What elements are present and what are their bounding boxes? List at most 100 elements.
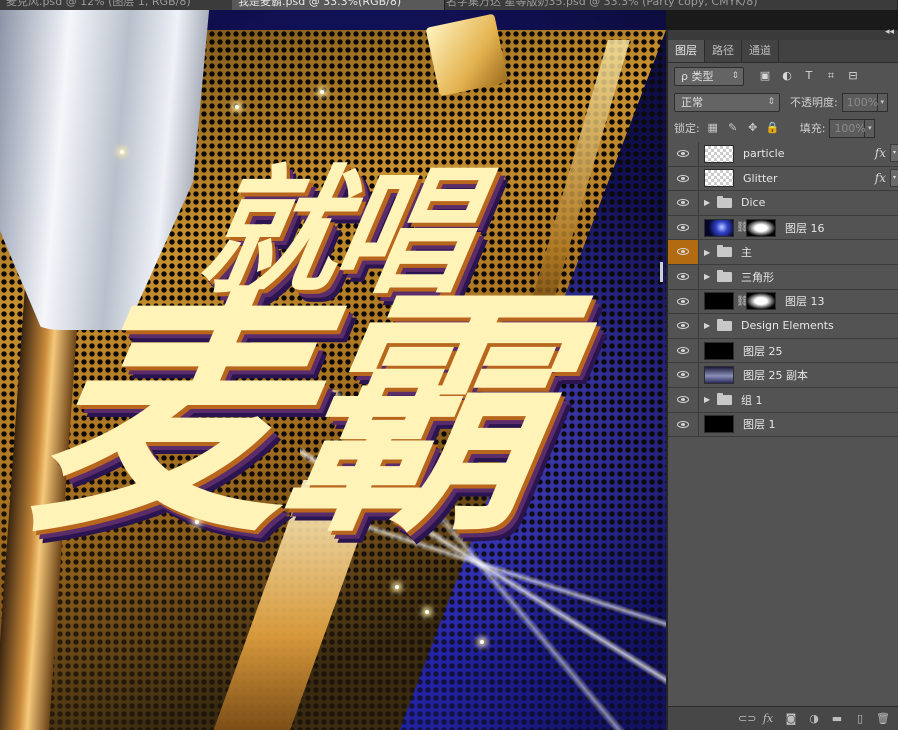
eye-icon (677, 297, 689, 305)
layer-thumbnail[interactable] (704, 169, 734, 188)
opacity-field[interactable]: 100% (841, 92, 878, 112)
blend-row: 正常 ⇕ 不透明度: 100% ▾ (668, 89, 898, 115)
layer-row[interactable]: ▶ Design Elements (668, 314, 898, 339)
layer-name: 图层 1 (743, 418, 776, 432)
visibility-toggle[interactable] (668, 215, 699, 240)
fill-dropdown-icon[interactable]: ▾ (865, 118, 876, 138)
visibility-toggle[interactable] (668, 142, 699, 166)
shape-filter-icon[interactable]: ⌗ (824, 69, 838, 83)
visibility-toggle[interactable] (668, 412, 699, 437)
layer-row[interactable]: ▶ 组 1 (668, 387, 898, 413)
layer-name: 图层 25 (743, 344, 783, 358)
layer-name: 图层 25 副本 (743, 369, 808, 383)
layer-mask-thumbnail[interactable] (746, 292, 776, 311)
layer-row[interactable]: ⛓ 图层 16 (668, 215, 898, 241)
canvas-scroll-marker[interactable] (660, 262, 663, 282)
layer-thumbnail[interactable] (704, 366, 734, 385)
adjustment-layer-icon[interactable]: ◑ (807, 712, 821, 726)
visibility-toggle[interactable] (668, 363, 699, 387)
tab-paths[interactable]: 路径 (705, 40, 742, 62)
visibility-toggle[interactable] (668, 166, 699, 191)
fill-field[interactable]: 100% (829, 118, 866, 138)
doc-tab-mic[interactable]: 麦克风.psd @ 12% (图层 1, RGB/8) (0, 0, 233, 10)
panel-footer: ⊂⊃ fx ◙ ◑ ▬ ▯ 🗑 (668, 706, 898, 730)
folder-icon (717, 392, 732, 405)
visibility-toggle[interactable] (668, 264, 699, 289)
sparkle (320, 90, 324, 94)
tab-channels[interactable]: 通道 (742, 40, 779, 62)
visibility-toggle[interactable] (668, 338, 699, 363)
layer-row[interactable]: 图层 25 (668, 338, 898, 364)
tab-layers[interactable]: 图层 (668, 40, 705, 62)
document-tab-bar: 麦克风.psd @ 12% (图层 1, RGB/8) 我是麦霸.psd @ 3… (0, 0, 898, 10)
mask-link-icon[interactable]: ⛓ (736, 222, 749, 233)
folder-icon (717, 318, 732, 331)
lock-position-icon[interactable]: ✥ (746, 121, 760, 135)
sparkle (480, 640, 484, 644)
lock-row: 锁定: ▦ ✎ ✥ 🔒 填充: 100% ▾ (668, 115, 898, 141)
mask-link-icon[interactable]: ⛓ (736, 296, 749, 307)
layer-thumbnail[interactable] (704, 218, 734, 237)
layer-effects-icon[interactable]: fx (875, 171, 886, 185)
lock-all-icon[interactable]: 🔒 (766, 121, 780, 135)
eye-icon (677, 248, 689, 256)
eye-icon (677, 174, 689, 182)
sparkle (425, 610, 429, 614)
new-group-icon[interactable]: ▬ (830, 712, 844, 726)
doc-tab-other[interactable]: 名字集万达 星等版奶35.psd @ 33.3% (Party copy, CM… (440, 0, 898, 10)
link-layers-icon[interactable]: ⊂⊃ (738, 712, 756, 726)
opacity-label: 不透明度: (790, 96, 838, 109)
chevron-updown-icon: ⇕ (731, 70, 739, 81)
layer-row[interactable]: ▶ Dice (668, 191, 898, 216)
visibility-toggle[interactable] (668, 191, 699, 215)
new-layer-icon[interactable]: ▯ (853, 712, 867, 726)
effects-expand-icon[interactable]: ▾ (890, 144, 898, 162)
visibility-toggle[interactable] (668, 387, 699, 412)
add-mask-icon[interactable]: ◙ (784, 712, 798, 726)
adjustment-filter-icon[interactable]: ◐ (780, 69, 794, 83)
layer-style-icon[interactable]: fx (761, 712, 775, 726)
lock-pixels-icon[interactable]: ✎ (726, 121, 740, 135)
image-filter-icon[interactable]: ▣ (758, 69, 772, 83)
layer-thumbnail[interactable] (704, 144, 734, 163)
layer-row[interactable]: Glitter fx ▾ (668, 166, 898, 192)
layer-row[interactable]: ⛓ 图层 13 (668, 289, 898, 315)
expand-triangle-icon[interactable]: ▶ (704, 198, 712, 207)
blend-mode-select[interactable]: 正常 ⇕ (674, 92, 780, 112)
layer-mask-thumbnail[interactable] (746, 218, 776, 237)
folder-icon (717, 195, 732, 208)
layer-name: 组 1 (741, 393, 763, 407)
layer-row[interactable]: ▶ 主 (668, 240, 898, 265)
opacity-dropdown-icon[interactable]: ▾ (877, 92, 888, 112)
filter-kind-select[interactable]: ρ 类型 ⇕ (674, 66, 744, 86)
smart-object-filter-icon[interactable]: ⊟ (846, 69, 860, 83)
gold-dice (425, 13, 509, 97)
expand-triangle-icon[interactable]: ▶ (704, 248, 712, 257)
layer-row[interactable]: 图层 1 (668, 412, 898, 438)
eye-icon (677, 420, 689, 428)
text-filter-icon[interactable]: T (802, 69, 816, 83)
layer-effects-icon[interactable]: fx (875, 146, 886, 160)
layer-row[interactable]: ▶ 三角形 (668, 264, 898, 290)
layer-thumbnail[interactable] (704, 341, 734, 360)
layer-name: particle (743, 147, 785, 161)
layer-thumbnail[interactable] (704, 292, 734, 311)
layer-name: Design Elements (741, 319, 834, 333)
expand-triangle-icon[interactable]: ▶ (704, 272, 712, 281)
visibility-toggle[interactable] (668, 314, 699, 338)
expand-triangle-icon[interactable]: ▶ (704, 395, 712, 404)
collapse-icon[interactable]: ◂◂ (885, 27, 894, 37)
delete-layer-icon[interactable]: 🗑 (876, 712, 890, 726)
lock-transparent-icon[interactable]: ▦ (706, 121, 720, 135)
visibility-toggle[interactable] (668, 289, 699, 314)
layer-row[interactable]: particle fx ▾ (668, 142, 898, 167)
effects-expand-icon[interactable]: ▾ (890, 168, 898, 187)
visibility-toggle[interactable] (668, 240, 699, 264)
expand-triangle-icon[interactable]: ▶ (704, 321, 712, 330)
document-canvas[interactable]: 就唱 麦霸 (0, 10, 666, 730)
layer-row[interactable]: 图层 25 副本 (668, 363, 898, 388)
layer-thumbnail[interactable] (704, 415, 734, 434)
folder-icon (717, 269, 732, 282)
doc-tab-current[interactable]: 我是麦霸.psd @ 33.3%(RGB/8) (232, 0, 445, 10)
eye-icon (677, 322, 689, 330)
